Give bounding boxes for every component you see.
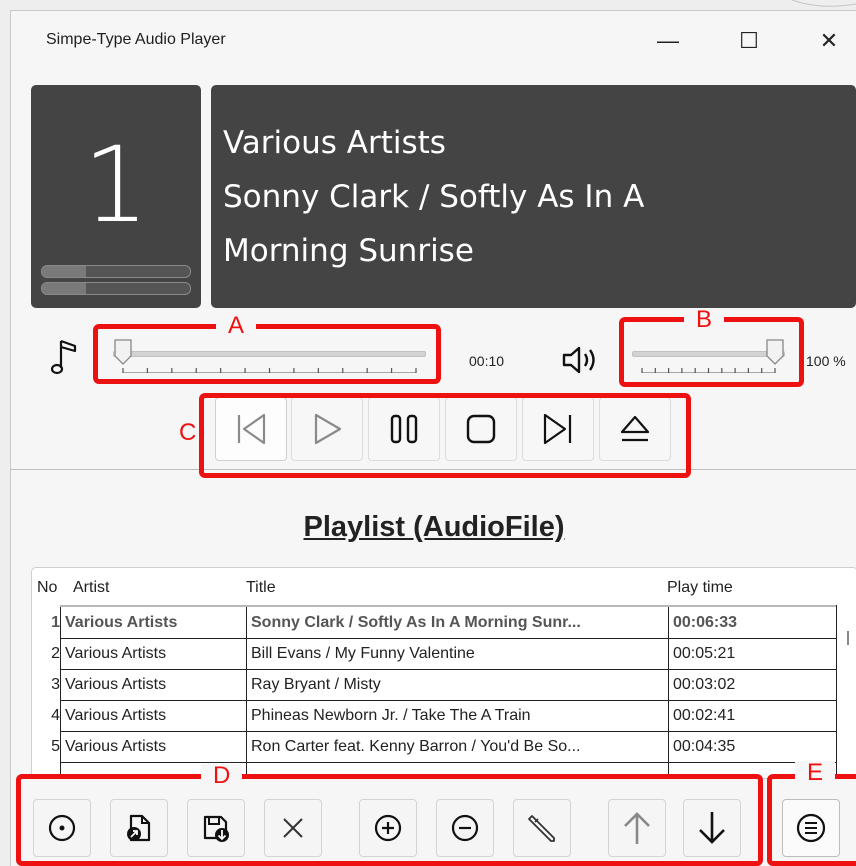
row-number: 5 bbox=[51, 738, 60, 755]
row-number: 3 bbox=[51, 676, 60, 693]
row-number: 1 bbox=[51, 614, 60, 631]
annotation-label-c: C bbox=[177, 419, 199, 446]
now-playing-title-line1: Sonny Clark / Softly As In A bbox=[223, 179, 645, 215]
title-bar: Simpe-Type Audio Player — ☐ ✕ bbox=[11, 11, 856, 71]
row-title: Ray Bryant / Misty bbox=[251, 676, 381, 693]
maximize-button[interactable]: ☐ bbox=[729, 25, 769, 57]
row-divider bbox=[60, 762, 836, 763]
playlist-rows: 1 Various Artists Sonny Clark / Softly As … bbox=[32, 605, 837, 778]
row-artist: Various Artists bbox=[65, 676, 167, 693]
row-artist: Various Artists bbox=[65, 738, 167, 755]
annotation-label-b: B bbox=[684, 308, 725, 332]
table-row[interactable]: 3 Various Artists Ray Bryant / Misty 00:03:… bbox=[32, 669, 818, 700]
column-header-title[interactable]: Title bbox=[246, 579, 276, 597]
table-row[interactable]: 2 Various Artists Bill Evans / My Funny Va… bbox=[32, 638, 818, 669]
column-header-no[interactable]: No bbox=[37, 579, 57, 597]
track-number-panel: 1 bbox=[31, 85, 201, 308]
row-play-time: 00:06:33 bbox=[673, 614, 738, 631]
annotation-box-c bbox=[199, 393, 691, 478]
row-number: 2 bbox=[51, 645, 60, 662]
level-meter-right bbox=[41, 282, 191, 295]
app-window: Simpe-Type Audio Player — ☐ ✕ 1 Various … bbox=[10, 10, 856, 866]
table-row[interactable]: 5 Various Artists Ron Carter feat. Kenny B… bbox=[32, 731, 818, 762]
minimize-button[interactable]: — bbox=[648, 25, 688, 57]
now-playing-panel: Various Artists Sonny Clark / Softly As … bbox=[211, 85, 856, 308]
playlist-table[interactable]: No Artist Title Play time 1 Various Artis… bbox=[31, 567, 856, 779]
playlist-heading: Playlist (AudioFile) bbox=[303, 511, 565, 543]
row-number: 4 bbox=[51, 707, 60, 724]
table-row[interactable]: 1 Various Artists Sonny Clark / Softly As … bbox=[32, 607, 818, 638]
volume-percent: 100 % bbox=[806, 353, 846, 369]
row-title: Phineas Newborn Jr. / Take The A Train bbox=[251, 707, 531, 724]
track-number: 1 bbox=[82, 124, 150, 246]
background-decoration bbox=[791, 0, 856, 7]
row-artist: Various Artists bbox=[65, 614, 178, 631]
annotation-box-d bbox=[16, 774, 763, 866]
playlist-scrollbar[interactable] bbox=[847, 631, 849, 645]
row-play-time: 00:05:21 bbox=[673, 645, 736, 662]
annotation-box-a bbox=[93, 324, 441, 384]
row-title: Ron Carter feat. Kenny Barron / You'd Be… bbox=[251, 738, 581, 755]
column-header-play-time[interactable]: Play time bbox=[667, 579, 733, 597]
row-play-time: 00:02:41 bbox=[673, 707, 736, 724]
elapsed-time: 00:10 bbox=[469, 353, 505, 369]
column-header-artist[interactable]: Artist bbox=[73, 579, 109, 597]
annotation-label-a: A bbox=[216, 314, 257, 338]
now-playing-title-line2: Morning Sunrise bbox=[223, 233, 474, 269]
row-title: Bill Evans / My Funny Valentine bbox=[251, 645, 475, 662]
speaker-icon[interactable] bbox=[558, 342, 606, 378]
row-artist: Various Artists bbox=[65, 707, 167, 724]
row-play-time: 00:03:02 bbox=[673, 676, 736, 693]
row-play-time: 00:04:35 bbox=[673, 738, 736, 755]
annotation-label-d: D bbox=[201, 764, 243, 788]
table-row[interactable]: 4 Various Artists Phineas Newborn Jr. / Ta… bbox=[32, 700, 818, 731]
now-playing-artist: Various Artists bbox=[223, 125, 446, 161]
annotation-label-e: E bbox=[795, 761, 836, 785]
row-artist: Various Artists bbox=[65, 645, 167, 662]
music-note-icon bbox=[51, 339, 77, 375]
row-title: Sonny Clark / Softly As In A Morning Sun… bbox=[251, 614, 581, 631]
window-title: Simpe-Type Audio Player bbox=[46, 31, 226, 48]
level-meter-left bbox=[41, 265, 191, 278]
annotation-box-e bbox=[767, 774, 856, 866]
